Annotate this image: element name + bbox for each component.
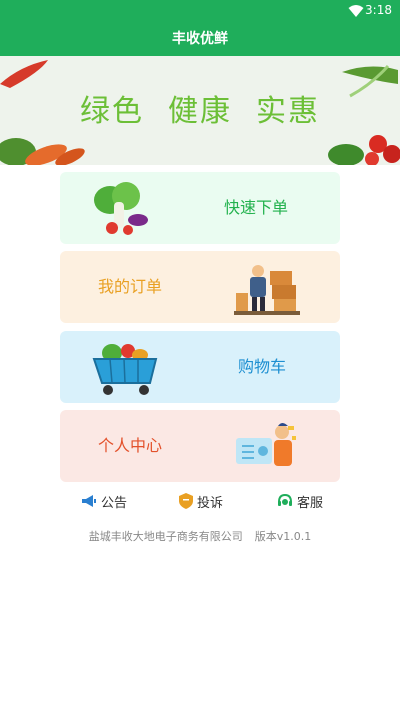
slogan-word: 实惠 bbox=[256, 94, 320, 129]
profile-card-icon bbox=[236, 423, 296, 466]
my-orders-label: 我的订单 bbox=[98, 277, 163, 296]
company-name: 盐城丰收大地电子商务有限公司 bbox=[88, 530, 243, 543]
megaphone-icon bbox=[82, 495, 96, 507]
quick-order-label: 快速下单 bbox=[224, 198, 289, 217]
headset-icon bbox=[278, 493, 292, 506]
banner: 绿色 健康 实惠 bbox=[0, 56, 400, 165]
wifi-icon bbox=[348, 5, 364, 17]
bottom-links: 公告 投诉 客服 bbox=[0, 489, 400, 513]
vegetables-icon bbox=[94, 182, 148, 235]
profile-card[interactable]: 个人中心 bbox=[60, 410, 340, 482]
footer: 盐城丰收大地电子商务有限公司 版本v1.0.1 bbox=[0, 528, 400, 544]
complaint-link[interactable]: 投诉 bbox=[179, 489, 223, 513]
quick-order-card[interactable]: 快速下单 bbox=[60, 172, 340, 244]
service-link[interactable]: 客服 bbox=[277, 489, 323, 513]
notice-label: 公告 bbox=[101, 495, 128, 511]
app-title: 丰收优鲜 bbox=[0, 22, 400, 56]
slogan-word: 绿色 bbox=[80, 94, 144, 129]
cart-label: 购物车 bbox=[238, 357, 287, 376]
status-bar: 3:18 bbox=[0, 0, 400, 22]
my-orders-card[interactable]: 我的订单 bbox=[60, 251, 340, 323]
service-label: 客服 bbox=[297, 495, 324, 511]
complaint-label: 投诉 bbox=[197, 495, 224, 511]
notice-link[interactable]: 公告 bbox=[81, 489, 127, 513]
status-time: 3:18 bbox=[365, 3, 392, 17]
cart-card[interactable]: 购物车 bbox=[60, 331, 340, 403]
warehouse-worker-icon bbox=[234, 265, 300, 315]
slogan-word: 健康 bbox=[168, 94, 232, 129]
app-version: 版本v1.0.1 bbox=[254, 530, 312, 543]
shopping-cart-icon bbox=[92, 344, 158, 395]
banner-slogan: 绿色 健康 实惠 bbox=[0, 86, 400, 130]
shield-icon bbox=[179, 493, 193, 509]
profile-label: 个人中心 bbox=[98, 436, 163, 455]
